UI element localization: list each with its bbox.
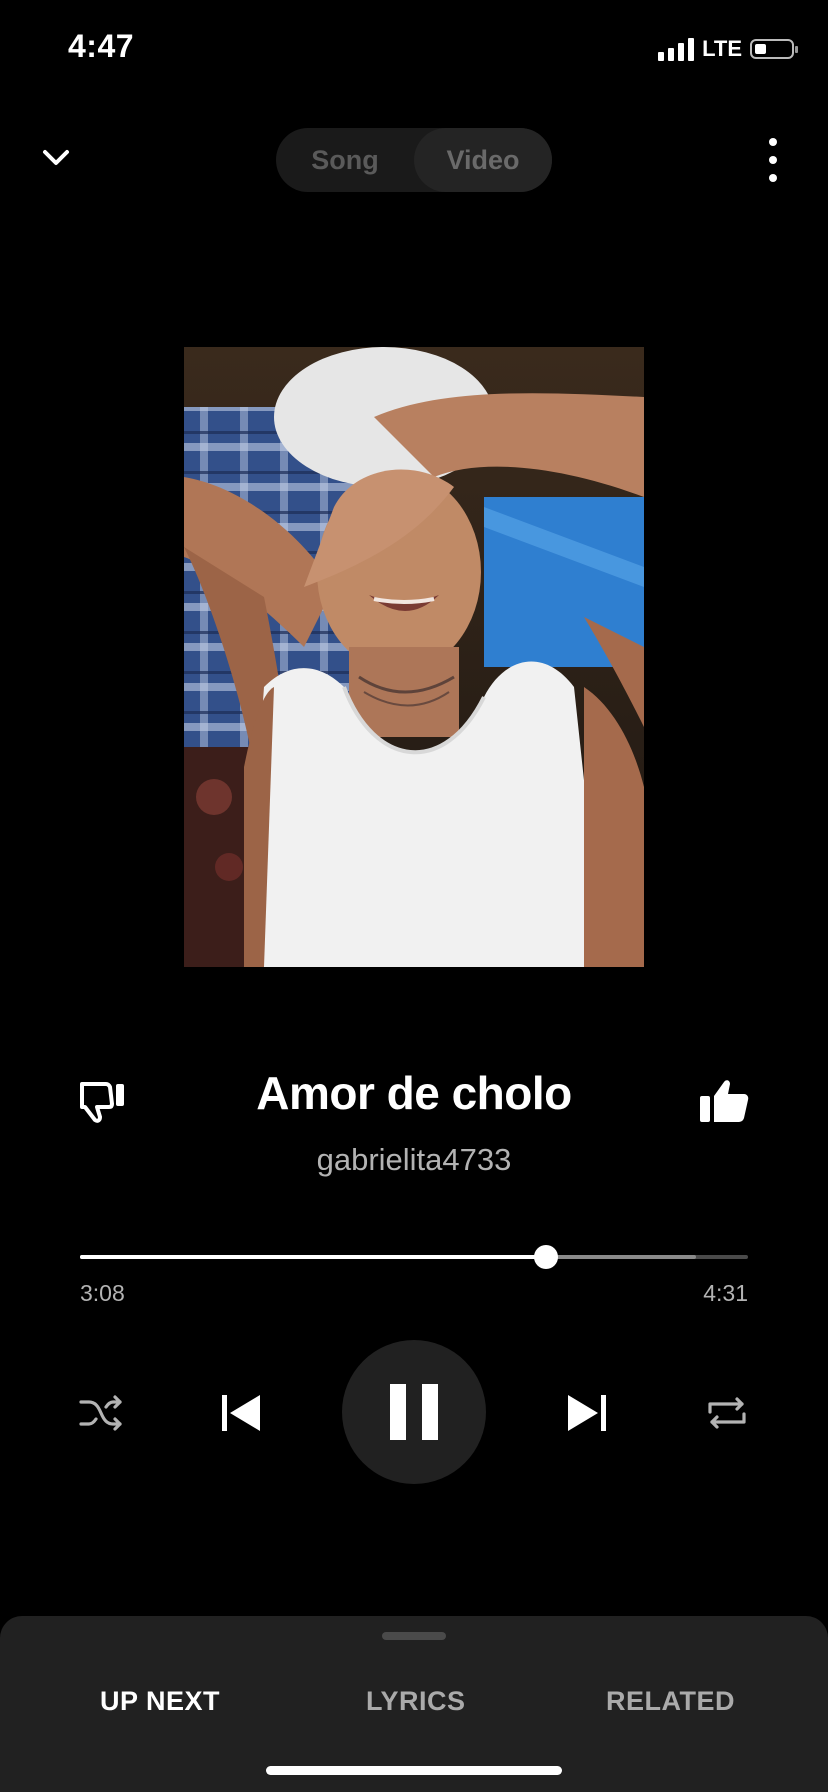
more-options-button[interactable] xyxy=(760,138,786,182)
home-indicator[interactable] xyxy=(266,1766,562,1775)
status-time: 4:47 xyxy=(68,28,135,64)
thumbs-up-icon xyxy=(700,1080,749,1122)
artist-name[interactable]: gabrielita4733 xyxy=(214,1142,614,1178)
chevron-down-icon xyxy=(43,150,69,165)
repeat-icon xyxy=(708,1397,746,1429)
status-indicators: LTE xyxy=(658,36,798,62)
shuffle-button[interactable] xyxy=(78,1390,124,1436)
like-button[interactable] xyxy=(696,1076,752,1126)
repeat-button[interactable] xyxy=(704,1390,750,1436)
album-art-image xyxy=(184,347,644,967)
progress-scrubber[interactable] xyxy=(534,1245,558,1269)
skip-next-icon xyxy=(568,1395,606,1431)
song-title: Amor de cholo xyxy=(256,1067,572,1119)
tab-related[interactable]: RELATED xyxy=(606,1686,735,1717)
album-art xyxy=(184,347,644,967)
pause-icon xyxy=(390,1384,438,1440)
total-time: 4:31 xyxy=(703,1280,748,1306)
network-type: LTE xyxy=(702,36,742,61)
previous-button[interactable] xyxy=(218,1390,264,1436)
song-video-toggle[interactable]: Song Video xyxy=(276,128,552,192)
shuffle-icon xyxy=(79,1395,122,1431)
dislike-button[interactable] xyxy=(76,1076,132,1126)
thumbs-down-icon xyxy=(80,1082,124,1123)
skip-previous-icon xyxy=(222,1395,260,1431)
progress-played xyxy=(80,1255,546,1259)
tab-up-next[interactable]: UP NEXT xyxy=(100,1686,220,1717)
signal-strength-icon xyxy=(658,37,695,61)
more-vertical-icon xyxy=(769,138,777,146)
sheet-drag-handle[interactable] xyxy=(382,1632,446,1640)
play-pause-button[interactable] xyxy=(342,1340,486,1484)
next-button[interactable] xyxy=(564,1390,610,1436)
song-tab[interactable]: Song xyxy=(276,128,414,192)
video-tab[interactable]: Video xyxy=(414,128,552,192)
collapse-player-button[interactable] xyxy=(36,138,76,178)
battery-icon xyxy=(750,39,798,59)
tab-lyrics[interactable]: LYRICS xyxy=(366,1686,466,1717)
elapsed-time: 3:08 xyxy=(80,1280,125,1306)
